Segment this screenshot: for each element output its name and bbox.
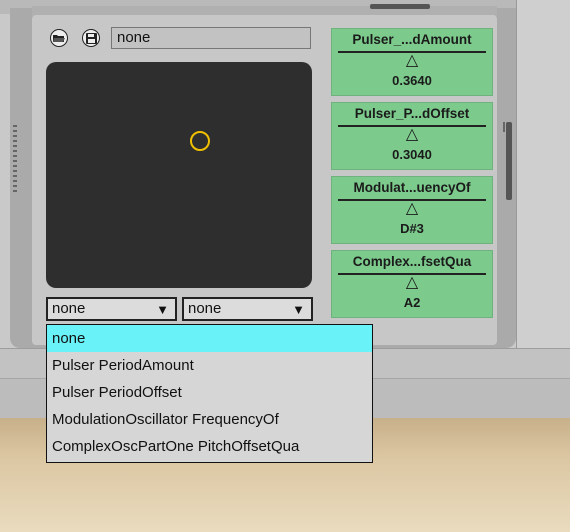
right-empty-area	[516, 0, 570, 360]
menu-item-pulser-periodamount[interactable]: Pulser PeriodAmount	[47, 352, 372, 379]
dropdown-arrow-icon: ▼	[292, 302, 305, 317]
knob-title: Pulser_...dAmount	[352, 32, 472, 47]
menu-item-complexoscpartone-pitchoffsetqua[interactable]: ComplexOscPartOne PitchOffsetQua	[47, 433, 372, 460]
knob-value: A2	[403, 295, 421, 310]
preset-name-field[interactable]: none	[111, 27, 311, 49]
knob-value: D#3	[400, 221, 424, 236]
scrollbar-thumb[interactable]	[506, 122, 512, 200]
param-knob-3[interactable]: Modulat...uencyOf △ D#3	[331, 176, 493, 244]
dropdown-arrow-icon: ▼	[156, 302, 169, 317]
xy-pad-handle[interactable]	[190, 131, 210, 151]
triangle-pointer-icon: △	[405, 52, 419, 69]
triangle-pointer-icon: △	[405, 200, 419, 217]
save-disk-icon[interactable]	[82, 29, 100, 47]
param-knob-1[interactable]: Pulser_...dAmount △ 0.3640	[331, 28, 493, 96]
folder-open-icon[interactable]	[50, 29, 68, 47]
device-title-handle[interactable]	[370, 4, 430, 9]
xy-pad[interactable]	[46, 62, 312, 288]
param-knob-4[interactable]: Complex...fsetQua △ A2	[331, 250, 493, 318]
knob-title: Modulat...uencyOf	[353, 180, 471, 195]
triangle-pointer-icon: △	[405, 274, 419, 291]
target-dropdown-menu: none Pulser PeriodAmount Pulser PeriodOf…	[46, 324, 373, 463]
menu-item-modulationoscillator-frequencyof[interactable]: ModulationOscillator FrequencyOf	[47, 406, 372, 433]
scrollbar-marker	[503, 122, 505, 132]
triangle-pointer-icon: △	[405, 126, 419, 143]
panel-grip-dots[interactable]	[13, 125, 17, 195]
knob-value: 0.3640	[392, 73, 432, 88]
menu-item-none[interactable]: none	[47, 325, 372, 352]
param-knob-2[interactable]: Pulser_P...dOffset △ 0.3040	[331, 102, 493, 170]
x-target-value: none	[52, 300, 86, 317]
x-target-dropdown[interactable]: none ▼	[46, 297, 177, 321]
knob-value: 0.3040	[392, 147, 432, 162]
y-target-value: none	[188, 300, 222, 317]
knob-title: Pulser_P...dOffset	[354, 106, 470, 121]
knob-title: Complex...fsetQua	[352, 254, 472, 269]
menu-item-pulser-periodoffset[interactable]: Pulser PeriodOffset	[47, 379, 372, 406]
y-target-dropdown[interactable]: none ▼	[182, 297, 313, 321]
